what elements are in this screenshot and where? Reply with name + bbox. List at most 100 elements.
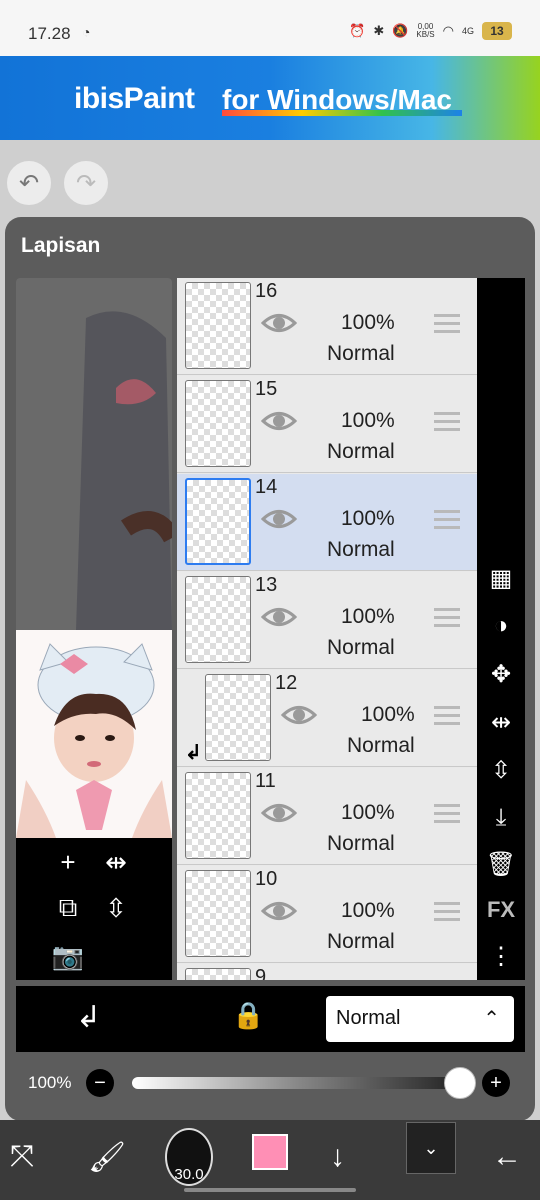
- brush-size-button[interactable]: 30.0: [165, 1128, 213, 1186]
- status-bar: 17.28 ◔ ⏰ ✱ 🔕 0,00 KB/S ◠ 4G 13: [0, 0, 540, 56]
- import-photo-button[interactable]: 📷: [50, 938, 86, 974]
- layer-blend-mode[interactable]: Normal: [327, 636, 395, 660]
- layer-row[interactable]: ↲ 12 100% Normal: [177, 670, 477, 767]
- layer-row[interactable]: 10 100% Normal: [177, 866, 477, 963]
- half-circle-icon: ◑: [493, 612, 509, 639]
- visibility-eye-icon[interactable]: [281, 702, 317, 728]
- drag-handle-icon[interactable]: [434, 706, 460, 728]
- blend-mode-select[interactable]: Normal ⌃: [326, 996, 514, 1042]
- layer-thumbnail[interactable]: [185, 772, 251, 859]
- home-indicator: [184, 1188, 356, 1192]
- alpha-lock-button[interactable]: 🔒: [232, 1000, 264, 1031]
- opacity-increase-button[interactable]: +: [482, 1069, 510, 1097]
- layer-opacity[interactable]: 100%: [361, 703, 415, 727]
- visibility-eye-icon[interactable]: [261, 800, 297, 826]
- opacity-decrease-button[interactable]: −: [86, 1069, 114, 1097]
- net-speed: 0,00 KB/S: [416, 22, 435, 39]
- copy-layer-button[interactable]: ⧉: [50, 890, 86, 926]
- alarm-icon: ⏰: [349, 23, 366, 38]
- layer-blend-mode[interactable]: Normal: [327, 440, 395, 464]
- redo-icon: ↷: [75, 169, 97, 197]
- merge-down-button[interactable]: ⤓: [477, 798, 525, 838]
- layer-blend-mode[interactable]: Normal: [327, 930, 395, 954]
- layer-number: 13: [255, 574, 278, 596]
- layer-blend-mode[interactable]: Normal: [347, 734, 415, 758]
- flip-vertical-button[interactable]: ⇳: [98, 890, 134, 926]
- opacity-slider[interactable]: [132, 1077, 462, 1089]
- drag-handle-icon[interactable]: [434, 608, 460, 630]
- layer-row[interactable]: 16 100% Normal: [177, 278, 477, 375]
- banner-underline: [222, 110, 462, 116]
- trash-icon: 🗑: [485, 850, 517, 878]
- layer-opacity[interactable]: 100%: [341, 409, 395, 433]
- add-layer-button[interactable]: +: [50, 844, 86, 880]
- layer-thumbnail[interactable]: [185, 282, 251, 369]
- whatsapp-icon: ◔: [82, 24, 91, 40]
- visibility-eye-icon[interactable]: [261, 408, 297, 434]
- artwork-thumbnail[interactable]: [16, 630, 172, 838]
- brush-tool-button[interactable]: 🖌: [88, 1132, 126, 1182]
- layer-opacity[interactable]: 100%: [341, 507, 395, 531]
- preview-art-icon: [76, 311, 172, 630]
- layer-opacity[interactable]: 100%: [341, 801, 395, 825]
- undo-button[interactable]: ↶: [6, 160, 52, 206]
- flip-vertical-layer-button[interactable]: ⇳: [477, 750, 525, 790]
- network-label: 4G: [461, 26, 474, 36]
- transparency-button[interactable]: ▦: [477, 558, 525, 598]
- plus-icon: +: [490, 1071, 502, 1094]
- layer-blend-mode[interactable]: Normal: [327, 342, 395, 366]
- opacity-slider-handle[interactable]: [444, 1067, 476, 1099]
- layer-opacity[interactable]: 100%: [341, 899, 395, 923]
- layer-number: 12: [275, 672, 298, 694]
- invert-button[interactable]: ◑: [477, 606, 525, 646]
- opacity-row: 100% − +: [16, 1055, 525, 1110]
- drag-handle-icon[interactable]: [434, 804, 460, 826]
- drag-handle-icon[interactable]: [434, 314, 460, 336]
- color-swatch[interactable]: [252, 1134, 288, 1170]
- plus-icon: +: [60, 846, 76, 877]
- layer-thumbnail[interactable]: [185, 968, 251, 980]
- layer-blend-mode[interactable]: Normal: [327, 832, 395, 856]
- layer-thumbnail[interactable]: [185, 478, 251, 565]
- layer-blend-mode[interactable]: Normal: [327, 538, 395, 562]
- drag-handle-icon[interactable]: [434, 412, 460, 434]
- move-button[interactable]: ✥: [477, 654, 525, 694]
- layer-down-button[interactable]: ↓: [330, 1132, 345, 1182]
- layer-row[interactable]: 9: [177, 964, 477, 980]
- clipping-button[interactable]: ↲: [76, 1000, 101, 1035]
- merge-down-icon: ⤓: [495, 804, 507, 831]
- visibility-eye-icon[interactable]: [261, 310, 297, 336]
- promo-banner[interactable]: ibisPaint for Windows/Mac: [0, 56, 540, 140]
- layer-opacity[interactable]: 100%: [341, 605, 395, 629]
- layer-list[interactable]: 16 100% Normal 15 100% Normal 14 100% Normal 13 10…: [177, 278, 477, 980]
- visibility-eye-icon[interactable]: [261, 506, 297, 532]
- layer-thumbnail[interactable]: [185, 380, 251, 467]
- tool-selection-button[interactable]: ⤧: [10, 1132, 34, 1182]
- flip-horizontal-layer-button[interactable]: ⇹: [477, 702, 525, 742]
- transform-icon: ⤧: [10, 1140, 34, 1173]
- layer-row[interactable]: 11 100% Normal: [177, 768, 477, 865]
- layer-number: 9: [255, 966, 267, 980]
- layer-thumbnail[interactable]: [185, 576, 251, 663]
- visibility-eye-icon[interactable]: [261, 898, 297, 924]
- layer-row[interactable]: 13 100% Normal: [177, 572, 477, 669]
- fx-button[interactable]: FX: [477, 890, 525, 930]
- blend-mode-value: Normal: [336, 1007, 401, 1029]
- layer-number: 10: [255, 868, 278, 890]
- redo-button[interactable]: ↷: [63, 160, 109, 206]
- visibility-eye-icon[interactable]: [261, 604, 297, 630]
- panel-title: Lapisan: [21, 234, 101, 257]
- flip-horizontal-button[interactable]: ⇹: [98, 844, 134, 880]
- layer-opacity[interactable]: 100%: [341, 311, 395, 335]
- drag-handle-icon[interactable]: [434, 510, 460, 532]
- back-button[interactable]: ←: [492, 1132, 522, 1182]
- layer-row[interactable]: 14 100% Normal: [177, 474, 477, 571]
- delete-layer-button[interactable]: 🗑: [477, 844, 525, 884]
- more-options-button[interactable]: ⋮: [477, 936, 525, 976]
- collapse-panel-button[interactable]: ⌄: [406, 1122, 456, 1174]
- layer-thumbnail[interactable]: [205, 674, 271, 761]
- layer-thumbnail[interactable]: [185, 870, 251, 957]
- layer-number: 11: [255, 770, 276, 792]
- drag-handle-icon[interactable]: [434, 902, 460, 924]
- layer-row[interactable]: 15 100% Normal: [177, 376, 477, 473]
